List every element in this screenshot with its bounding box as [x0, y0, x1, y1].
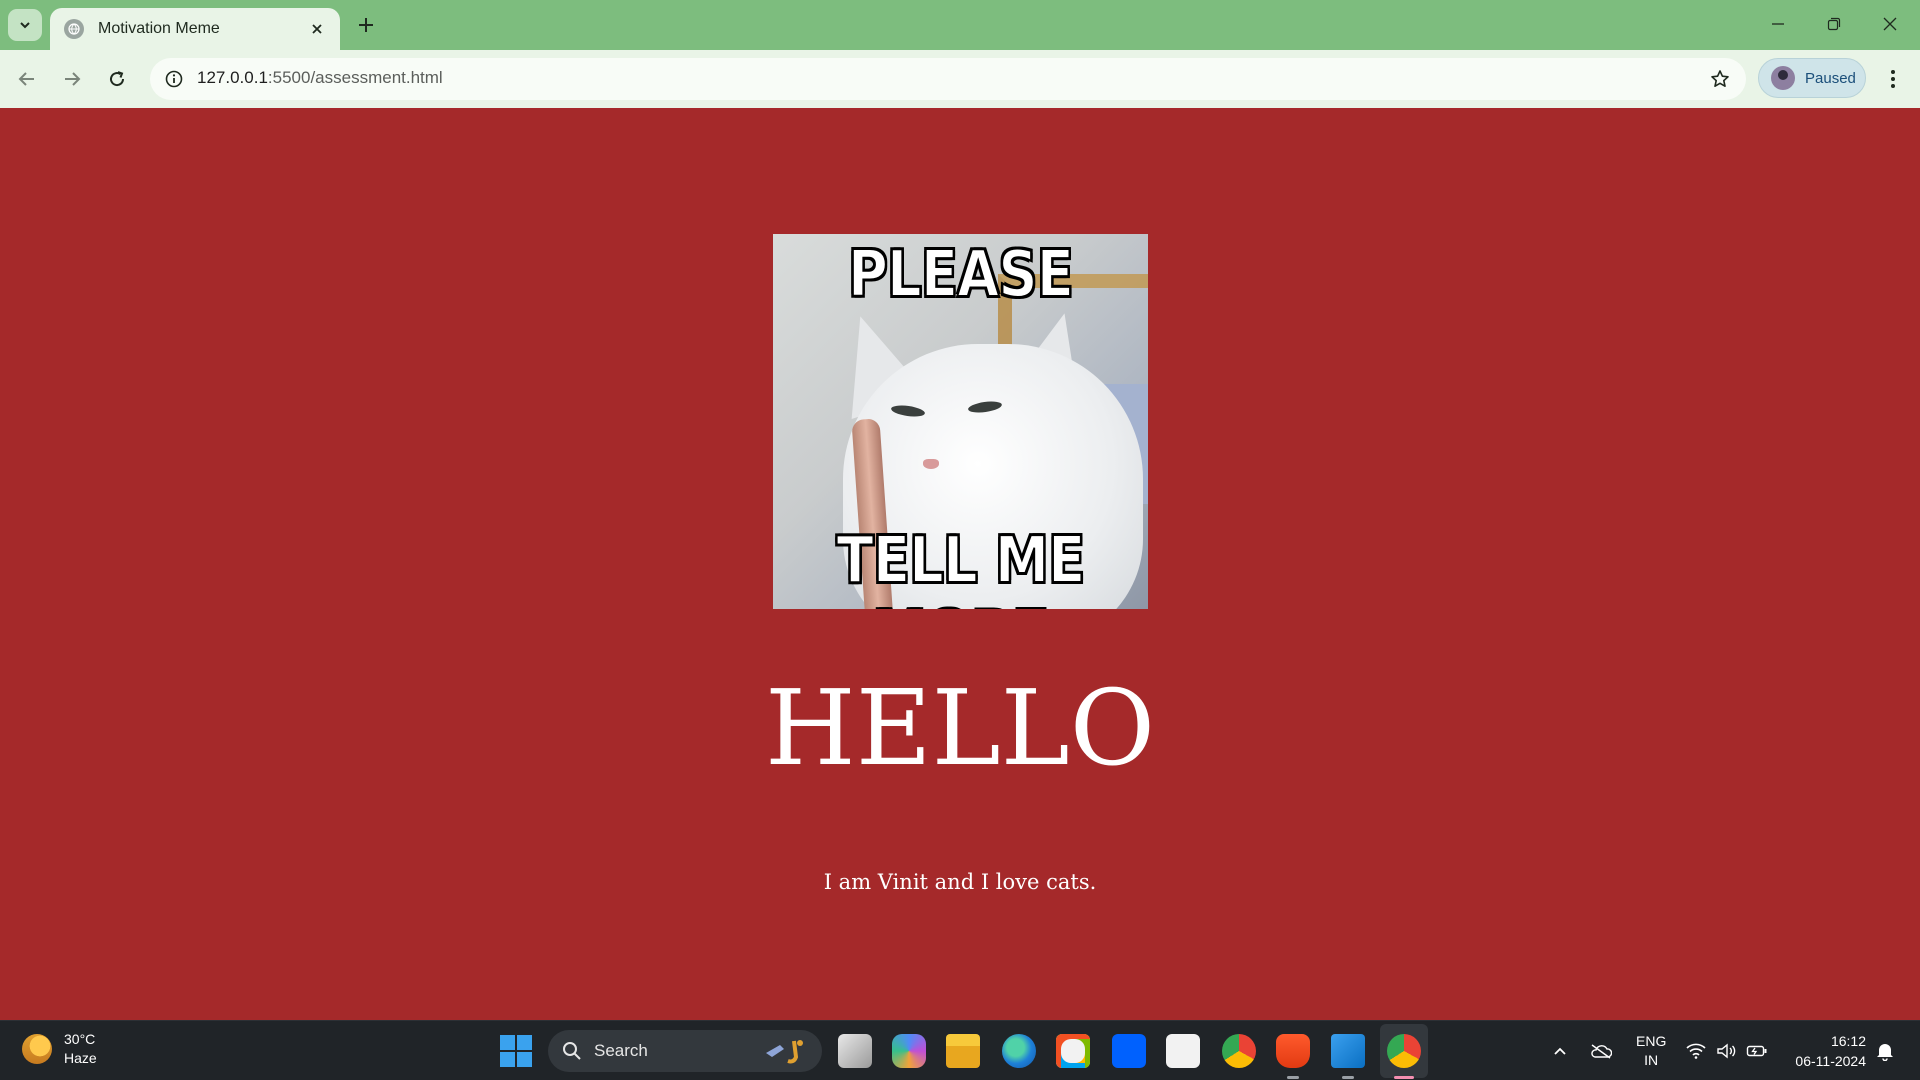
profile-status-label: Paused [1805, 69, 1856, 87]
restore-icon [1827, 17, 1841, 31]
windows-taskbar: 30°C Haze Search ENG IN 16:12 06-11-2024 [0, 1020, 1920, 1080]
file-explorer-icon[interactable] [946, 1034, 980, 1068]
wifi-icon[interactable] [1686, 1021, 1706, 1080]
meme-bottom-caption: TELL ME MORE [836, 523, 1086, 609]
page-content: PLEASE TELL ME MORE HELLO I am Vinit and… [0, 108, 1920, 1020]
brave-icon[interactable] [1276, 1034, 1310, 1068]
vscode-icon[interactable] [1331, 1034, 1365, 1068]
chrome-icon[interactable] [1222, 1034, 1256, 1068]
weather-temperature: 30°C [64, 1031, 96, 1047]
chrome-active-indicator [1394, 1076, 1414, 1079]
browser-toolbar: 127.0.0.1:5500/assessment.html Paused [0, 50, 1920, 108]
browser-menu-button[interactable] [1876, 61, 1910, 97]
close-tab-button[interactable] [306, 18, 328, 40]
reload-button[interactable] [99, 61, 135, 97]
cat-meme-image: PLEASE TELL ME MORE [773, 234, 1148, 609]
close-icon [1883, 17, 1897, 31]
tab-motivation-meme[interactable]: Motivation Meme [50, 8, 340, 50]
weather-widget[interactable]: 30°C Haze [22, 1030, 97, 1068]
address-bar[interactable]: 127.0.0.1:5500/assessment.html [150, 58, 1746, 100]
language-region: IN [1644, 1052, 1659, 1068]
weather-text: 30°C Haze [64, 1030, 97, 1068]
profile-button[interactable]: Paused [1758, 58, 1866, 98]
minimize-button[interactable] [1756, 6, 1800, 42]
onedrive-icon[interactable] [1590, 1021, 1612, 1080]
search-icon [563, 1042, 581, 1060]
chrome-active-icon[interactable] [1387, 1034, 1421, 1068]
amazon-icon[interactable] [1166, 1034, 1200, 1068]
bell-icon [1877, 1044, 1893, 1061]
dropbox-icon[interactable] [1112, 1034, 1146, 1068]
minimize-icon [1772, 23, 1784, 25]
copilot-icon[interactable] [892, 1034, 926, 1068]
taskbar-search-box[interactable]: Search [548, 1030, 822, 1072]
start-button[interactable] [500, 1035, 532, 1067]
restore-button[interactable] [1812, 6, 1856, 42]
tab-title: Motivation Meme [98, 20, 220, 37]
volume-icon[interactable] [1716, 1021, 1736, 1080]
clock-time: 16:12 [1830, 1033, 1866, 1049]
search-highlight-icon [766, 1040, 803, 1064]
clock-date: 06-11-2024 [1795, 1053, 1866, 1069]
bookmark-star-icon[interactable] [1708, 67, 1732, 91]
system-clock[interactable]: 16:12 06-11-2024 [1780, 1031, 1866, 1071]
edge-icon[interactable] [1002, 1034, 1036, 1068]
page-heading: HELLO [765, 667, 1155, 789]
chevron-down-icon [20, 22, 30, 29]
language-indicator[interactable]: ENG IN [1636, 1021, 1666, 1080]
arrow-right-icon [65, 72, 81, 86]
back-button[interactable] [9, 61, 45, 97]
reload-icon [110, 71, 125, 87]
notifications-button[interactable] [1876, 1021, 1894, 1080]
tab-search-button[interactable] [8, 9, 42, 41]
show-hidden-icons-button[interactable] [1552, 1021, 1568, 1080]
arrow-left-icon [18, 72, 34, 86]
page-tagline: I am Vinit and I love cats. [823, 870, 1097, 894]
vscode-running-indicator [1342, 1076, 1354, 1079]
tab-strip: Motivation Meme [0, 0, 1920, 50]
plus-icon [359, 18, 373, 32]
cat-nose [923, 459, 939, 469]
meme-top-caption: PLEASE [847, 237, 1075, 313]
battery-icon[interactable] [1746, 1021, 1768, 1080]
close-window-button[interactable] [1868, 6, 1912, 42]
windows-logo-icon [500, 1035, 515, 1050]
task-view-icon[interactable] [838, 1034, 872, 1068]
forward-button[interactable] [54, 61, 90, 97]
microsoft-store-icon[interactable] [1056, 1034, 1090, 1068]
chevron-up-icon [1554, 1047, 1566, 1055]
avatar [1771, 66, 1795, 90]
search-label: Search [594, 1041, 648, 1060]
brave-running-indicator [1287, 1076, 1299, 1079]
more-vertical-icon [1891, 70, 1895, 88]
weather-description: Haze [64, 1050, 97, 1066]
new-tab-button[interactable] [352, 11, 380, 39]
url-text: 127.0.0.1:5500/assessment.html [197, 68, 443, 88]
close-icon [312, 24, 322, 34]
url-host: 127.0.0.1 [197, 68, 268, 87]
language-code: ENG [1636, 1033, 1667, 1049]
site-info-icon[interactable] [160, 65, 188, 93]
globe-icon [64, 19, 84, 39]
haze-weather-icon [22, 1034, 52, 1064]
url-path: :5500/assessment.html [267, 68, 443, 87]
